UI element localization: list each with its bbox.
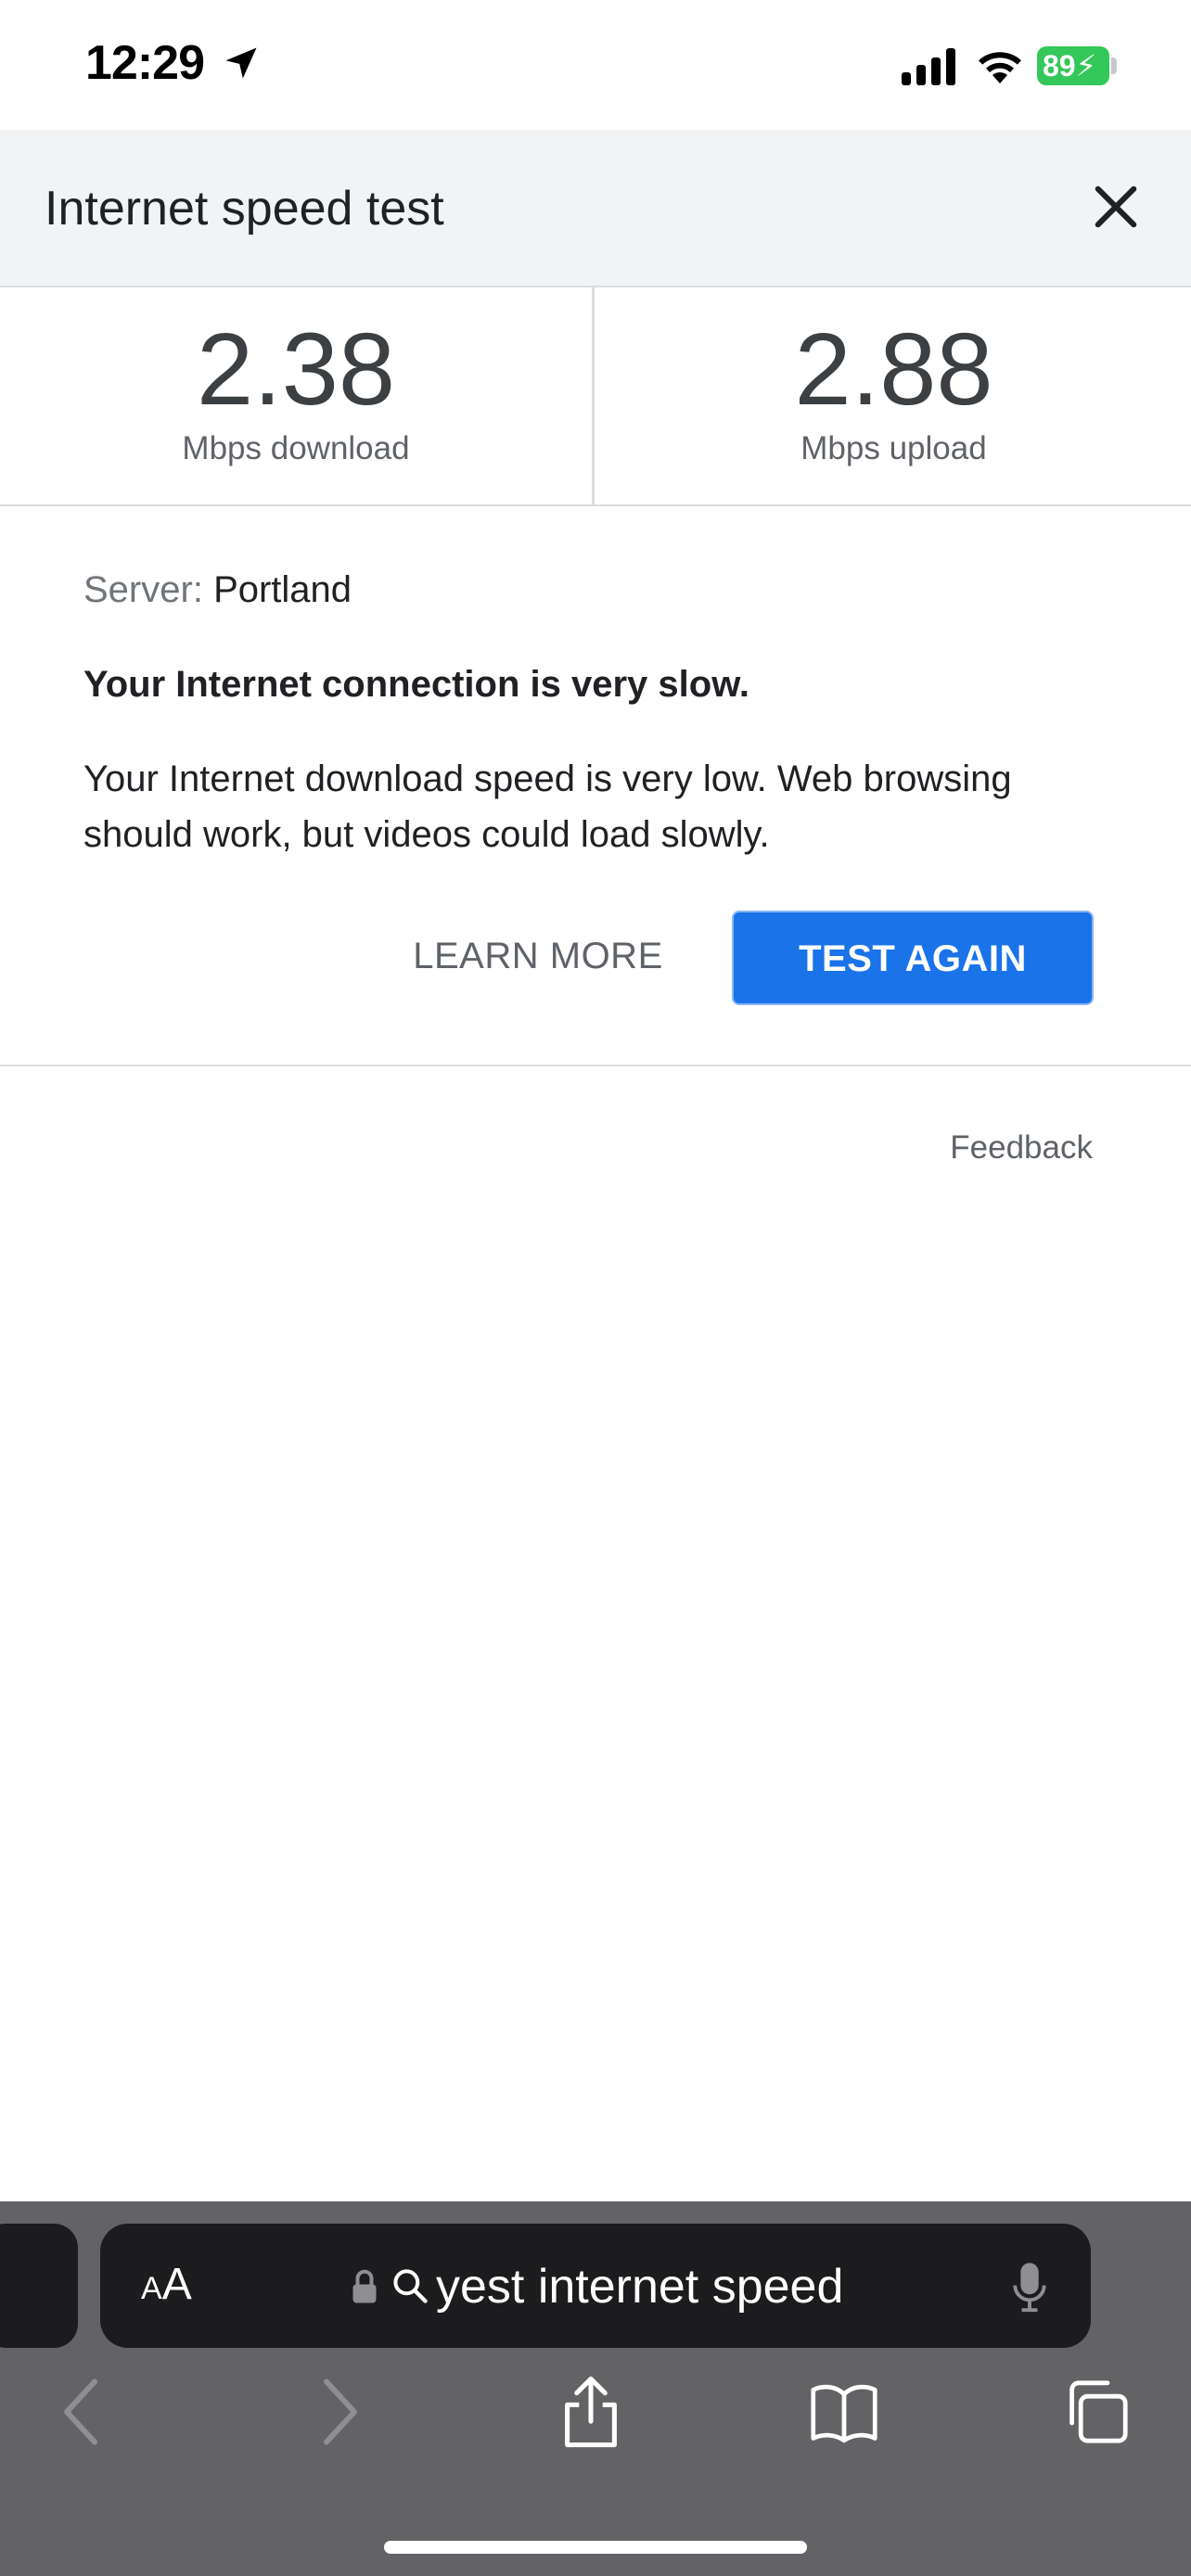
test-details: Server: Portland Your Internet connectio… <box>0 506 1191 1066</box>
status-bar: 12:29 89⚡ <box>0 0 1191 130</box>
speed-results: 2.38 Mbps download 2.88 Mbps upload <box>0 287 1191 506</box>
aa-large: A <box>161 2260 192 2309</box>
speed-verdict: Your Internet connection is very slow. <box>83 664 749 705</box>
upload-label: Mbps upload <box>800 430 987 466</box>
share-icon[interactable] <box>560 2374 621 2450</box>
previous-tab-preview[interactable] <box>0 2224 78 2348</box>
microphone-icon[interactable] <box>1011 2261 1048 2315</box>
server-label: Server: <box>83 569 203 610</box>
location-arrow-icon <box>225 47 257 79</box>
learn-more-button[interactable]: LEARN MORE <box>390 911 686 1001</box>
wifi-icon <box>979 52 1021 83</box>
url-text: yest internet speed <box>436 2260 844 2314</box>
lock-icon <box>352 2269 377 2303</box>
cellular-signal-icon <box>902 48 955 85</box>
upload-value: 2.88 <box>794 312 993 427</box>
page-title: Internet speed test <box>45 182 444 236</box>
tabs-icon[interactable] <box>1063 2374 1130 2450</box>
safari-toolbar: AA yest internet speed <box>0 2201 1191 2576</box>
test-again-button[interactable]: TEST AGAIN <box>732 911 1094 1005</box>
speed-explanation: Your Internet download speed is very low… <box>83 759 1012 855</box>
forward-icon[interactable] <box>317 2374 364 2450</box>
server-line: Server: Portland <box>83 569 352 611</box>
search-icon <box>393 2269 428 2303</box>
bookmarks-icon[interactable] <box>809 2374 879 2450</box>
home-indicator <box>384 2541 807 2554</box>
feedback-link[interactable]: Feedback <box>950 1129 1093 1167</box>
aa-small: A <box>141 2271 162 2306</box>
close-icon[interactable] <box>1085 176 1146 237</box>
upload-result: 2.88 Mbps upload <box>596 287 1191 504</box>
battery-level: 89 <box>1043 49 1076 83</box>
status-time: 12:29 <box>85 36 205 90</box>
download-value: 2.38 <box>196 312 396 427</box>
download-result: 2.38 Mbps download <box>0 287 595 504</box>
battery-nub <box>1111 57 1117 74</box>
battery-icon: 89⚡ <box>1037 46 1109 85</box>
back-icon[interactable] <box>58 2374 104 2450</box>
speed-test-header: Internet speed test <box>0 130 1191 287</box>
address-bar[interactable]: AA yest internet speed <box>100 2224 1091 2348</box>
reader-options-button[interactable]: AA <box>141 2259 192 2310</box>
server-value: Portland <box>213 569 352 610</box>
download-label: Mbps download <box>182 430 410 466</box>
